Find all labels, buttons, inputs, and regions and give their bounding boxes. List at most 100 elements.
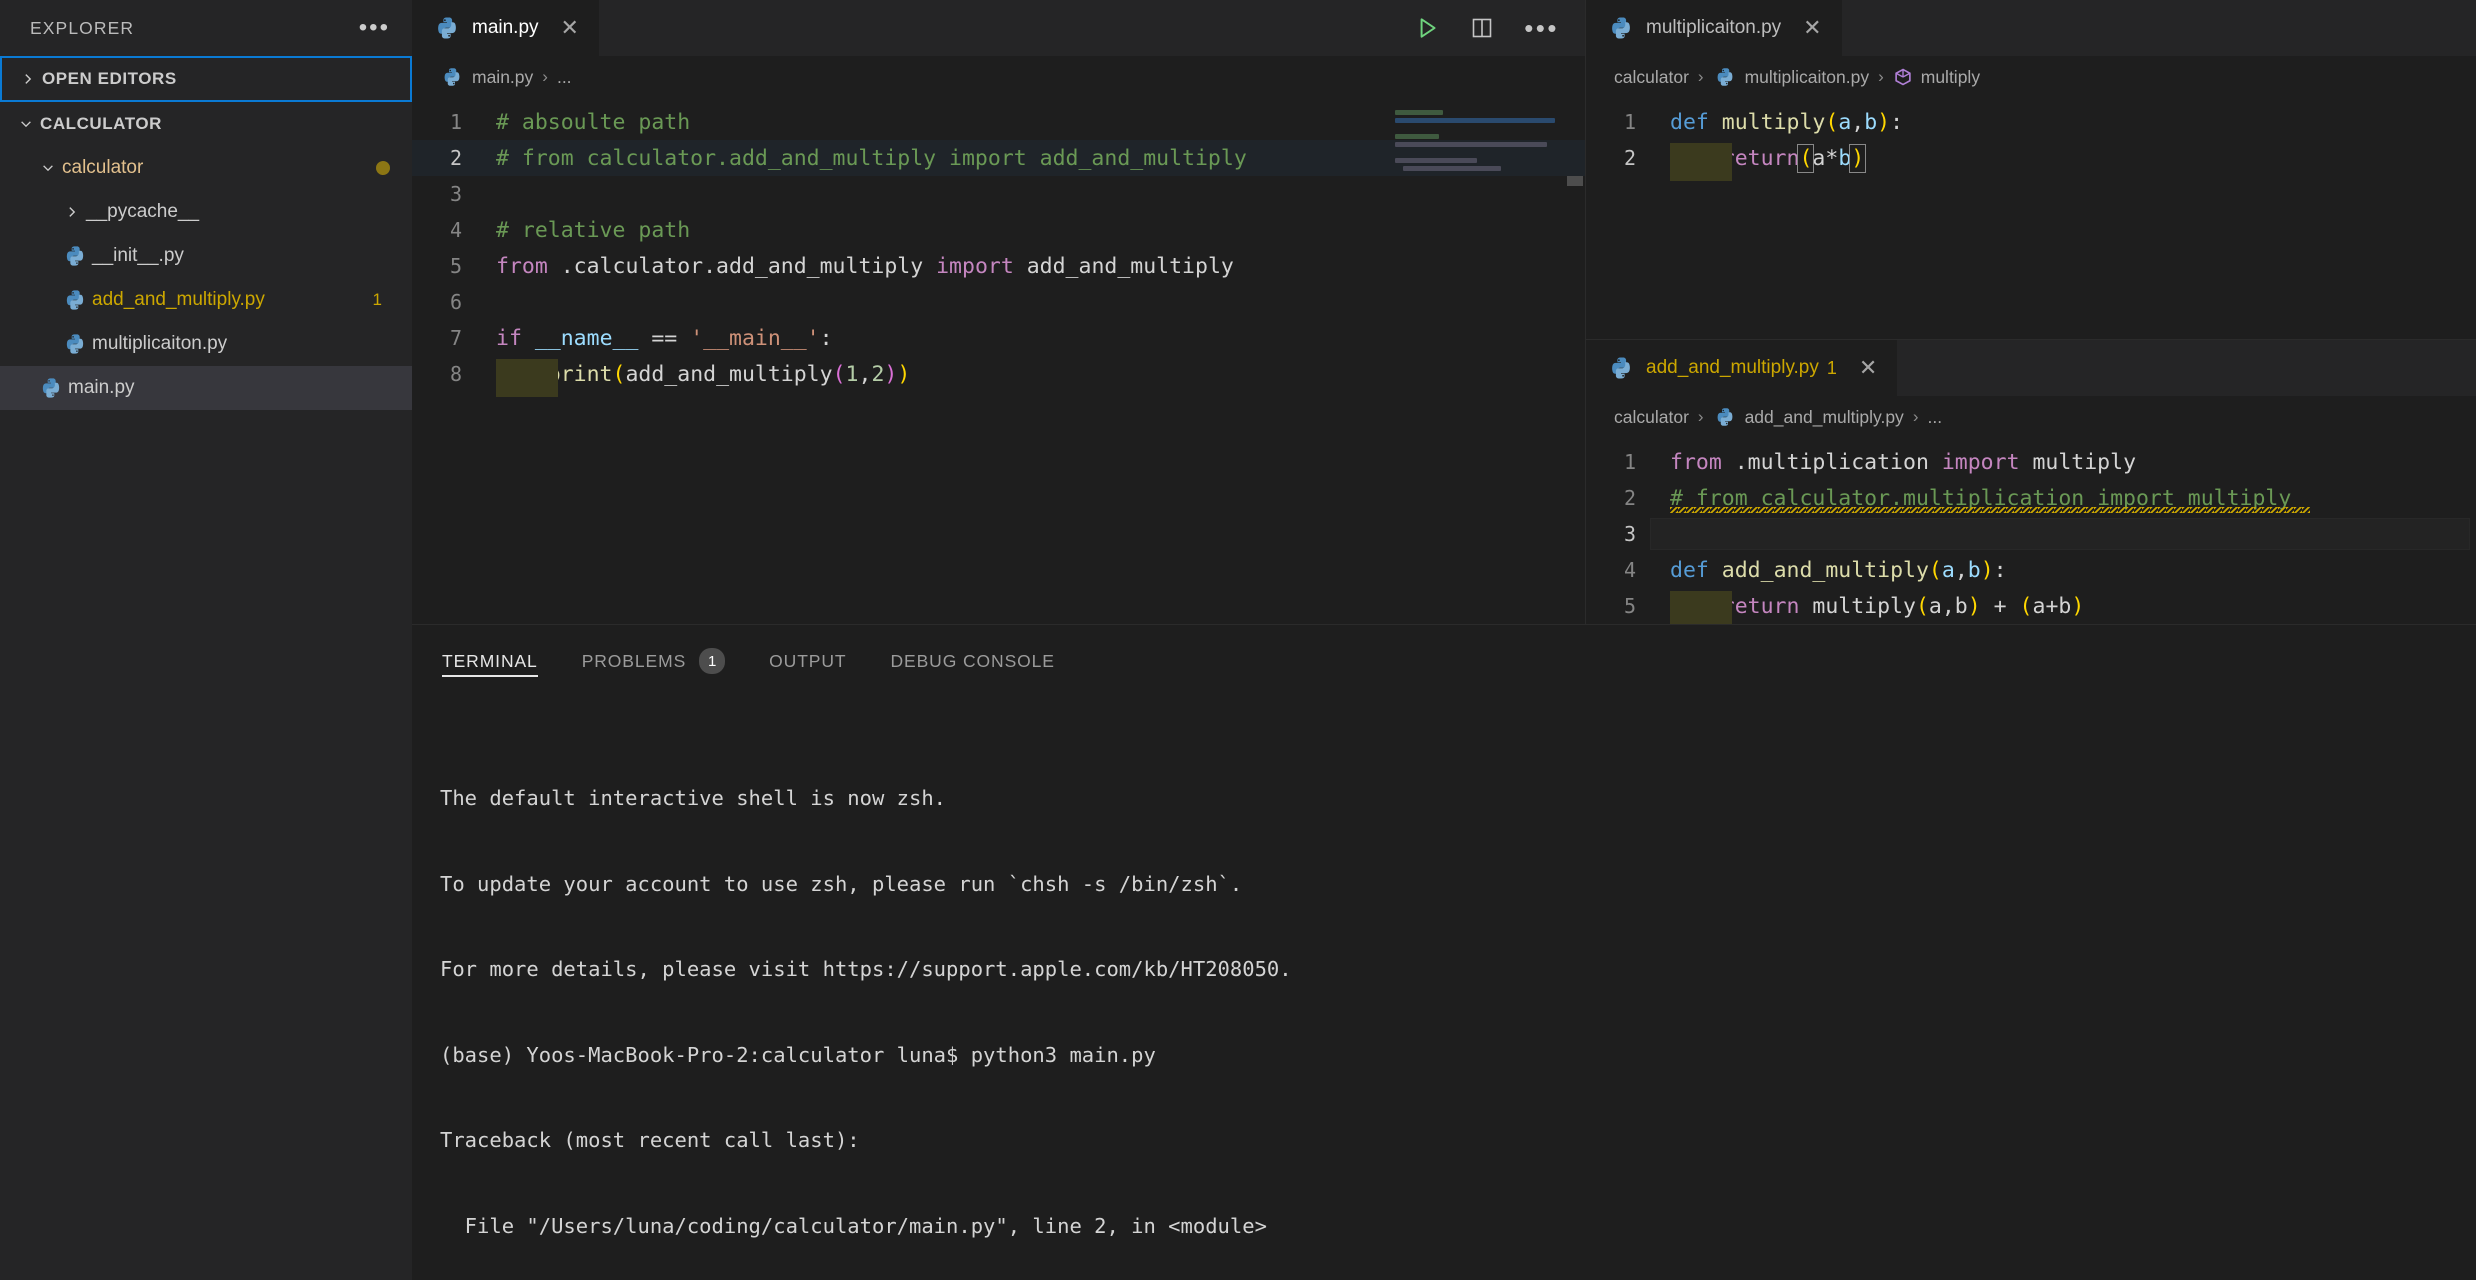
- code-text: # from calculator.add_and_multiply impor…: [496, 145, 1247, 171]
- code-line: 1 from .multiplication import multiply: [1586, 444, 2476, 480]
- sidebar-item-label: main.py: [68, 377, 135, 398]
- current-line-highlight: [1650, 518, 2470, 550]
- breadcrumb-label[interactable]: calculator: [1614, 67, 1689, 88]
- terminal-line: The default interactive shell is now zsh…: [440, 786, 947, 810]
- ellipsis-icon[interactable]: •••: [359, 16, 390, 40]
- breadcrumb-label: multiplicaiton.py: [1744, 66, 1870, 87]
- python-icon: [58, 333, 92, 355]
- tabbar-left: main.py ✕ •••: [412, 0, 1585, 56]
- terminal-line: For more details, please visit https://s…: [440, 957, 1292, 981]
- ellipsis-icon[interactable]: •••: [1524, 15, 1559, 41]
- line-number: 5: [1623, 594, 1636, 618]
- sidebar-item-pycache[interactable]: __pycache__: [0, 190, 412, 234]
- close-icon[interactable]: ✕: [1859, 357, 1877, 379]
- tab-main-py[interactable]: main.py ✕: [412, 0, 599, 56]
- code-text: print(add_and_multiply(1,2)): [476, 358, 910, 397]
- line-number: 1: [449, 110, 462, 134]
- code-line: 8 print(add_and_multiply(1,2)): [412, 356, 1585, 397]
- python-icon: [1713, 67, 1737, 87]
- workbench: main.py ✕ ••• main.py › ... 1 # absoulte…: [412, 0, 2476, 1280]
- chevron-right-icon: ›: [1912, 407, 1919, 426]
- breadcrumb-label[interactable]: ...: [557, 67, 572, 88]
- breadcrumb-top-right: calculator › multiplicaiton.py › multipl…: [1586, 56, 2476, 98]
- breadcrumb-label[interactable]: ...: [1927, 407, 1942, 428]
- sidebar-item-calculator[interactable]: calculator: [0, 146, 412, 190]
- explorer-sidebar: EXPLORER ••• OPEN EDITORS CALCULATOR cal…: [0, 0, 412, 1280]
- problem-count-badge: 1: [372, 290, 382, 309]
- code-editor-multiplicaiton-py[interactable]: 1 def multiply(a,b): 2 return(a*b): [1586, 98, 2476, 339]
- warning-squiggle: [1670, 506, 2310, 513]
- code-line: 5 from .calculator.add_and_multiply impo…: [412, 248, 1585, 284]
- tab-multiplicaiton-py[interactable]: multiplicaiton.py ✕: [1586, 0, 1842, 56]
- close-icon[interactable]: ✕: [561, 17, 579, 39]
- panel-tab-label: DEBUG CONSOLE: [890, 650, 1055, 671]
- status-badge: 1: [699, 648, 726, 674]
- tab-output[interactable]: OUTPUT: [769, 625, 846, 691]
- tabbar-top-right: multiplicaiton.py ✕: [1586, 0, 2476, 56]
- editor-area: main.py ✕ ••• main.py › ... 1 # absoulte…: [412, 0, 2476, 624]
- sidebar-item-label: add_and_multiply.py: [92, 289, 265, 310]
- breadcrumb-label: add_and_multiply.py: [1744, 406, 1904, 427]
- line-number: 4: [449, 218, 462, 242]
- editor-actions: •••: [1414, 0, 1585, 56]
- sidebar-item-add-and-multiply-py[interactable]: add_and_multiply.py 1: [0, 278, 412, 322]
- code-text: return(a*b): [1650, 142, 1867, 181]
- code-text: # absoulte path: [496, 109, 691, 135]
- line-number: 3: [449, 182, 462, 206]
- code-line: 1 def multiply(a,b):: [1586, 104, 2476, 140]
- panel-tab-label: OUTPUT: [769, 650, 847, 671]
- breadcrumb-label[interactable]: calculator: [1614, 407, 1689, 428]
- editor-scrollbar[interactable]: [1565, 98, 1585, 624]
- tab-problems[interactable]: PROBLEMS 1: [582, 625, 726, 691]
- sidebar-section-label: CALCULATOR: [40, 114, 162, 133]
- code-text: from .calculator.add_and_multiply import…: [496, 253, 1234, 279]
- breadcrumb-file[interactable]: multiplicaiton.py: [1713, 66, 1870, 88]
- sidebar-item-multiplicaiton-py[interactable]: multiplicaiton.py: [0, 322, 412, 366]
- tab-terminal[interactable]: TERMINAL: [442, 625, 538, 691]
- tab-add-and-multiply-py[interactable]: add_and_multiply.py 1 ✕: [1586, 340, 1898, 396]
- chevron-right-icon: ›: [542, 67, 548, 86]
- python-icon: [1608, 356, 1634, 380]
- terminal-output[interactable]: The default interactive shell is now zsh…: [412, 691, 2476, 1280]
- breadcrumb-label: main.py: [472, 66, 534, 87]
- close-icon[interactable]: ✕: [1803, 17, 1821, 39]
- line-number: 1: [1623, 450, 1636, 474]
- editor-group-top-right: multiplicaiton.py ✕ calculator › multipl…: [1586, 0, 2476, 340]
- terminal-line: Traceback (most recent call last):: [440, 1128, 860, 1152]
- line-number: 1: [1623, 110, 1636, 134]
- panel-tablist: TERMINAL PROBLEMS 1 OUTPUT DEBUG CONSOLE: [412, 625, 2476, 691]
- line-number: 8: [449, 362, 462, 386]
- modified-dot-icon: [376, 161, 390, 175]
- chevron-right-icon: [58, 205, 86, 219]
- chevron-down-icon: [12, 117, 40, 131]
- code-line: 3: [1586, 516, 2476, 552]
- sidebar-item-main-py[interactable]: main.py: [0, 366, 412, 410]
- tab-label: main.py: [472, 17, 539, 38]
- chevron-right-icon: ›: [1878, 67, 1884, 86]
- code-text: # from calculator.multiplication import …: [1650, 486, 2310, 513]
- sidebar-item-label: multiplicaiton.py: [92, 333, 228, 354]
- line-number: 2: [1623, 486, 1636, 510]
- sidebar-item-init-py[interactable]: __init__.py: [0, 234, 412, 278]
- bottom-panel: TERMINAL PROBLEMS 1 OUTPUT DEBUG CONSOLE…: [412, 624, 2476, 1280]
- breadcrumb-symbol[interactable]: multiply: [1893, 67, 1980, 88]
- code-text: if __name__ == '__main__':: [496, 325, 833, 351]
- code-line: 7 if __name__ == '__main__':: [412, 320, 1585, 356]
- breadcrumb-left: main.py › ...: [412, 56, 1585, 98]
- breadcrumb-file[interactable]: add_and_multiply.py: [1713, 407, 1904, 428]
- breadcrumb-bottom-right: calculator › add_and_multiply.py › ...: [1586, 396, 2476, 438]
- sidebar-section-calculator[interactable]: CALCULATOR: [0, 102, 412, 146]
- split-editor-icon[interactable]: [1470, 16, 1494, 40]
- line-number: 4: [1623, 558, 1636, 582]
- code-editor-main-py[interactable]: 1 # absoulte path 2 # from calculator.ad…: [412, 98, 1585, 624]
- code-editor-add-and-multiply-py[interactable]: 1 from .multiplication import multiply 2…: [1586, 438, 2476, 624]
- breadcrumb-file[interactable]: main.py: [440, 67, 533, 88]
- breadcrumb-label: multiply: [1920, 66, 1981, 87]
- editor-group-bottom-right: add_and_multiply.py 1 ✕ calculator › add…: [1586, 340, 2476, 624]
- chevron-right-icon: ›: [1697, 407, 1704, 426]
- code-line: 1 # absoulte path: [412, 104, 1585, 140]
- problem-count-badge: 1: [1826, 357, 1837, 378]
- sidebar-section-open-editors[interactable]: OPEN EDITORS: [0, 56, 412, 102]
- play-icon[interactable]: [1414, 15, 1440, 41]
- tab-debug-console[interactable]: DEBUG CONSOLE: [890, 625, 1054, 691]
